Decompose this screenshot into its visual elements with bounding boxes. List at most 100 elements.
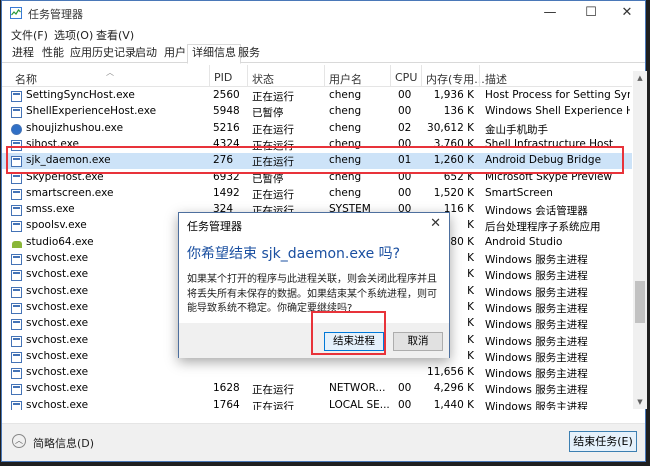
column-header-pid[interactable]: PID (214, 71, 232, 84)
process-description: Windows 服务主进程 (485, 319, 588, 332)
sort-up-icon: ︿ (106, 68, 114, 77)
column-divider[interactable] (421, 65, 422, 87)
process-description: Windows 服务主进程 (485, 286, 588, 299)
window-icon (11, 156, 22, 168)
title-bar[interactable]: 任务管理器 — ☐ ✕ (2, 1, 645, 25)
process-cpu: 00 (398, 382, 412, 395)
menu-file[interactable]: 文件(F) (11, 27, 48, 43)
process-username: LOCAL SE... (329, 398, 390, 410)
table-row[interactable]: sjk_daemon.exe 276 正在运行 cheng 01 1,260 K Andro… (2, 153, 632, 170)
process-memory: 1,520 K (433, 186, 474, 199)
scroll-up-icon[interactable]: ▲ (633, 71, 647, 85)
table-row[interactable]: svchost.exe 11,656 K Windows 服务主进程 (2, 365, 632, 381)
tab-services[interactable]: 服务 (234, 45, 264, 63)
column-header-status[interactable]: 状态 (252, 71, 274, 87)
maximize-button[interactable]: ☐ (571, 1, 611, 25)
process-username: cheng (329, 89, 362, 101)
scroll-down-icon[interactable]: ▼ (633, 395, 647, 409)
window-icon (11, 205, 22, 217)
dialog-title: 任务管理器 (187, 220, 242, 233)
dialog-button-bar: 结束进程 取消 (179, 323, 449, 358)
process-description: Shell Infrastructure Host (485, 137, 614, 150)
tab-users[interactable]: 用户 (160, 45, 190, 63)
column-divider[interactable] (324, 65, 325, 87)
dialog-heading: 你希望结束 sjk_daemon.exe 吗? (187, 246, 401, 262)
table-row[interactable]: sihost.exe 4324 正在运行 cheng 00 3,760 K Shell In… (2, 137, 632, 153)
process-username: cheng (329, 170, 362, 183)
table-row[interactable]: SkypeHost.exe 6932 已暂停 cheng 00 652 K Microsof… (2, 170, 632, 186)
window-icon (11, 302, 22, 314)
vertical-scrollbar[interactable]: ▲ ▼ (633, 71, 647, 409)
table-row[interactable]: svchost.exe 1764 正在运行 LOCAL SE... 00 1,440 K W… (2, 398, 632, 410)
menu-bar: 文件(F) 选项(O) 查看(V) (2, 25, 645, 43)
process-description: Windows Shell Experience Host (485, 105, 630, 118)
end-process-button[interactable]: 结束进程 (324, 332, 384, 351)
dialog-close-icon[interactable]: ✕ (430, 216, 441, 231)
process-name: shoujizhushou.exe (26, 121, 124, 134)
column-header-cpu[interactable]: CPU (395, 71, 417, 84)
fewer-details-link[interactable]: 简略信息(D) (33, 435, 94, 451)
process-description: Windows 服务主进程 (485, 351, 588, 364)
process-cpu: 02 (398, 121, 412, 134)
process-status: 正在运行 (252, 400, 294, 410)
chevron-up-icon[interactable]: ︿ (12, 434, 26, 448)
column-header-description[interactable]: 描述 (485, 71, 507, 87)
process-name: sjk_daemon.exe (26, 154, 111, 167)
process-status: 正在运行 (252, 384, 294, 397)
column-divider[interactable] (247, 65, 248, 87)
end-task-button[interactable]: 结束任务(E) (569, 431, 637, 452)
tab-details[interactable]: 详细信息 (187, 44, 241, 64)
window-icon (11, 400, 22, 410)
minimize-button[interactable]: — (530, 1, 570, 25)
scroll-thumb[interactable] (635, 281, 645, 323)
window-icon (11, 319, 22, 331)
window-icon (11, 107, 22, 119)
footer-bar: ︿ 简略信息(D) 结束任务(E) (2, 423, 645, 461)
table-row[interactable]: shoujizhushou.exe 5216 正在运行 cheng 02 30,612 K… (2, 121, 632, 137)
window-icon (11, 335, 22, 347)
process-status: 已暂停 (252, 107, 284, 120)
table-row[interactable]: SettingSyncHost.exe 2560 正在运行 cheng 00 1,936 … (2, 88, 632, 104)
process-description: Windows 会话管理器 (485, 205, 588, 218)
column-divider[interactable] (390, 65, 391, 87)
process-memory: 30,612 K (427, 121, 474, 134)
tab-processes[interactable]: 进程 (8, 45, 38, 63)
column-header-memory[interactable]: 内存(专用... (426, 71, 485, 87)
process-name: svchost.exe (26, 366, 89, 379)
process-name: SkypeHost.exe (26, 170, 104, 183)
close-button[interactable]: ✕ (607, 1, 647, 25)
cancel-button[interactable]: 取消 (393, 332, 443, 351)
table-row[interactable]: ShellExperienceHost.exe 5948 已暂停 cheng 00 136… (2, 104, 632, 120)
end-process-dialog: 任务管理器 ✕ 你希望结束 sjk_daemon.exe 吗? 如果某个打开的程… (178, 212, 450, 358)
window-title: 任务管理器 (28, 8, 83, 21)
android-icon (11, 238, 22, 249)
process-username: cheng (329, 121, 362, 134)
tab-app-history[interactable]: 应用历史记录 (66, 45, 140, 63)
window-icon (11, 91, 22, 102)
column-header-name[interactable]: 名称 (15, 71, 37, 87)
menu-options[interactable]: 选项(O) (54, 27, 93, 43)
process-description: Windows 服务主进程 (485, 254, 588, 266)
tab-performance[interactable]: 性能 (38, 45, 68, 63)
process-name: SettingSyncHost.exe (26, 89, 135, 101)
process-description: Android Debug Bridge (485, 154, 630, 167)
column-header-username[interactable]: 用户名 (329, 71, 362, 87)
process-pid: 4324 (213, 137, 240, 150)
column-divider[interactable] (209, 65, 210, 87)
process-username: cheng (329, 105, 362, 118)
process-name: smartscreen.exe (26, 186, 114, 199)
column-divider[interactable] (479, 65, 480, 87)
process-pid: 6932 (213, 170, 240, 183)
tab-startup[interactable]: 启动 (131, 45, 161, 63)
app-icon-blue (11, 123, 22, 135)
table-row[interactable]: smartscreen.exe 1492 正在运行 cheng 00 1,520 K Sma… (2, 186, 632, 202)
process-description: Windows 服务主进程 (485, 335, 588, 348)
menu-view[interactable]: 查看(V) (96, 27, 134, 43)
process-name: svchost.exe (26, 382, 89, 395)
table-row[interactable]: svchost.exe 1628 正在运行 NETWOR... 00 4,296 K Win… (2, 381, 632, 397)
process-description: Windows 服务主进程 (485, 400, 588, 410)
process-cpu: 00 (398, 170, 412, 183)
process-memory: 1,260 K (422, 154, 474, 167)
process-cpu: 00 (398, 398, 412, 410)
process-memory: 4,296 K (433, 382, 474, 395)
